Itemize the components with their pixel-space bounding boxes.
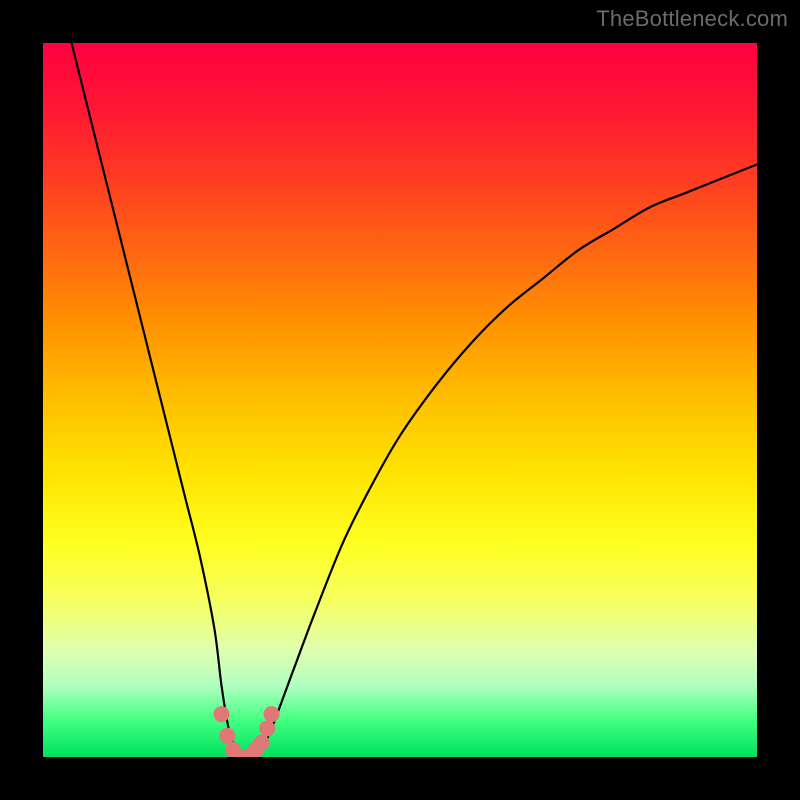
min-marker [219,728,235,744]
bottleneck-curve [72,43,757,757]
min-marker [263,706,279,722]
min-marker [259,720,275,736]
min-marker [214,706,230,722]
curve-layer [43,43,757,757]
watermark-text: TheBottleneck.com [596,6,788,32]
chart-frame: TheBottleneck.com [0,0,800,800]
min-region-markers [214,706,280,757]
min-marker [253,735,269,751]
plot-area [43,43,757,757]
